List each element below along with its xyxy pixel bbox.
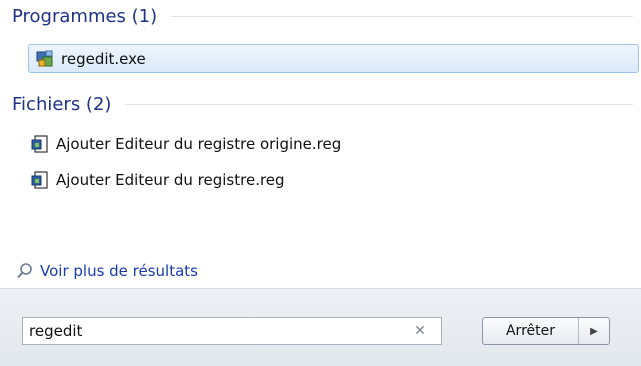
search-icon bbox=[16, 262, 34, 280]
stop-button-label: Arrêter bbox=[505, 323, 555, 339]
reg-file-icon bbox=[30, 170, 50, 190]
result-label: Ajouter Editeur du registre.reg bbox=[56, 171, 285, 189]
files-group-title: Fichiers (2) bbox=[12, 93, 112, 115]
divider bbox=[125, 103, 633, 105]
result-label: regedit.exe bbox=[61, 49, 146, 68]
regedit-icon bbox=[35, 49, 55, 69]
files-group-header: Fichiers (2) bbox=[12, 90, 641, 118]
stop-button-group: Arrêter ▶ bbox=[482, 317, 610, 345]
result-item-regedit[interactable]: regedit.exe bbox=[28, 44, 639, 73]
result-label: Ajouter Editeur du registre origine.reg bbox=[56, 135, 342, 153]
see-more-results-label: Voir plus de résultats bbox=[40, 262, 198, 280]
arrow-right-icon[interactable]: ▶ bbox=[578, 318, 609, 344]
search-input[interactable] bbox=[23, 321, 409, 341]
divider bbox=[171, 15, 633, 17]
close-icon[interactable]: ✕ bbox=[409, 323, 431, 339]
programs-group-header: Programmes (1) bbox=[12, 2, 641, 30]
programs-group-title: Programmes (1) bbox=[12, 5, 158, 27]
result-item-reg[interactable]: Ajouter Editeur du registre.reg bbox=[30, 166, 285, 194]
see-more-results-link[interactable]: Voir plus de résultats bbox=[16, 260, 198, 282]
search-bar: ✕ Arrêter ▶ bbox=[0, 288, 641, 366]
result-item-reg-origine[interactable]: Ajouter Editeur du registre origine.reg bbox=[30, 130, 341, 158]
search-box[interactable]: ✕ bbox=[22, 317, 442, 345]
search-results: Programmes (1) regedit.exe Fichiers (2) … bbox=[0, 0, 641, 288]
reg-file-icon bbox=[30, 134, 50, 154]
stop-button[interactable]: Arrêter bbox=[483, 318, 578, 344]
